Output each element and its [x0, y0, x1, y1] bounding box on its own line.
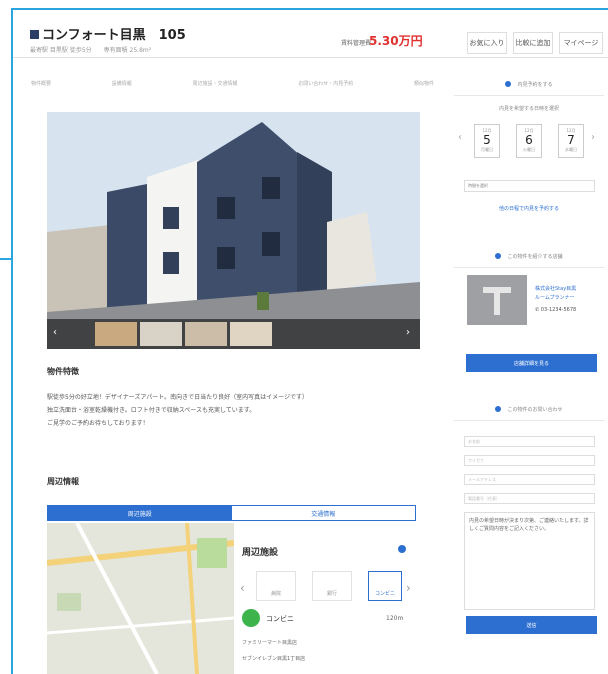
convenience-icon	[242, 609, 260, 627]
mypage-button[interactable]: マイページ	[559, 32, 603, 54]
chevron-right-icon[interactable]: ›	[591, 132, 595, 143]
tab-similar[interactable]: 類似物件	[414, 73, 434, 95]
shop-icon	[495, 253, 502, 259]
chevron-right-icon[interactable]: ›	[406, 581, 411, 595]
features-line: ご見学のご予約お待ちしております！	[47, 420, 149, 427]
thumbnail-strip: ‹ ›	[47, 319, 420, 349]
property-photo[interactable]: ‹ ›	[47, 112, 420, 349]
agent-name[interactable]: 株式会社Stay目黒	[535, 285, 576, 292]
features-line: 独立洗面台・浴室乾燥機付き。ロフト付きで収納スペースも充実しています。	[47, 407, 256, 414]
agent-logo	[467, 275, 527, 325]
time-select[interactable]: 時間を選択	[464, 180, 595, 192]
thumbnail[interactable]	[140, 322, 182, 346]
date-option[interactable]: 12月 5 月曜日	[474, 124, 500, 158]
chevron-left-icon[interactable]: ‹	[240, 581, 245, 595]
date-option[interactable]: 12月 6 火曜日	[516, 124, 542, 158]
thumbnail[interactable]	[185, 322, 227, 346]
phone-field[interactable]: 電話番号（任意）	[464, 493, 595, 504]
section-tabs: 物件概要 設備情報 周辺施設・交通情報 お問い合わせ・内見予約 類似物件	[31, 73, 434, 95]
chevron-left-icon[interactable]: ‹	[458, 132, 462, 143]
category-bank[interactable]: 銀行	[312, 571, 352, 601]
email-field[interactable]: メールアドレス	[464, 474, 595, 485]
message-textarea[interactable]: 内見の希望日時が決まり次第、ご連絡いたします。詳しくご質問内容をご記入ください。	[464, 512, 595, 610]
property-subtitle: 最寄駅 目黒駅 徒歩5分 専有面積 25.8m²	[30, 47, 152, 54]
mail-icon	[495, 406, 502, 412]
features-title: 物件特徴	[47, 367, 79, 376]
category-hospital[interactable]: 病院	[256, 571, 296, 601]
nearby-panel-title: 周辺施設	[242, 548, 279, 558]
nearby-item[interactable]: ファミリーマート目黒店	[242, 639, 297, 646]
tab-equipment[interactable]: 設備情報	[112, 73, 132, 95]
building-illustration	[47, 112, 420, 349]
tab-surroundings[interactable]: 周辺施設・交通情報	[192, 73, 237, 95]
property-title: コンフォート目黒 105	[30, 24, 186, 43]
nearby-panel: 周辺施設 ‹ 病院 銀行 コンビニ › コンビニ 120m ファミリーマート目黒…	[234, 523, 416, 674]
name-field[interactable]: お名前	[464, 436, 595, 447]
favorite-button[interactable]: お気に入り	[467, 32, 507, 54]
calendar-icon	[505, 81, 512, 87]
nearby-tabs: 周辺施設 交通情報	[47, 505, 416, 521]
features-line: 駅徒歩5分の好立地！デザイナーズアパート。南向きで日当たり良好（室内写真はイメー…	[47, 394, 309, 401]
thumbnail[interactable]	[230, 322, 272, 346]
schedule-subheader: 内見を希望する日時を選択	[498, 106, 559, 112]
agent-phone: ✆ 03-1234-5678	[535, 307, 577, 313]
date-option[interactable]: 12月 7 水曜日	[558, 124, 584, 158]
building-icon	[30, 30, 39, 39]
agent-card-header: この物件を紹介する店舗	[454, 245, 604, 268]
current-category: コンビニ	[266, 615, 294, 623]
nearby-item[interactable]: セブンイレブン目黒1丁目店	[242, 655, 305, 662]
agent-details-button[interactable]: 店舗詳細を見る	[466, 354, 597, 372]
prev-photo-icon[interactable]: ‹	[53, 327, 61, 341]
other-dates-link[interactable]: 他の日程で内見を予約する	[454, 205, 604, 212]
schedule-card-header: 内見予約をする	[454, 73, 604, 96]
callout-line	[0, 258, 13, 260]
compare-button[interactable]: 比較に追加	[513, 32, 553, 54]
price-label: 賃料管理費	[341, 40, 372, 47]
tab-overview[interactable]: 物件概要	[31, 73, 51, 95]
tab-transport[interactable]: 交通情報	[232, 506, 416, 520]
nearby-title: 周辺情報	[47, 477, 79, 486]
property-header: コンフォート目黒 105 最寄駅 目黒駅 徒歩5分 専有面積 25.8m² 賃料…	[13, 10, 608, 58]
agent-role: ルームプランナー	[535, 295, 575, 301]
tab-facilities[interactable]: 周辺施設	[48, 506, 232, 520]
category-convenience[interactable]: コンビニ	[368, 571, 402, 601]
price: 5.30万円	[369, 34, 423, 48]
next-photo-icon[interactable]: ›	[406, 327, 414, 341]
info-icon[interactable]	[398, 545, 406, 553]
thumbnail[interactable]	[95, 322, 137, 346]
inquiry-card-header: この物件のお問い合わせ	[454, 398, 604, 421]
map[interactable]	[47, 523, 234, 674]
submit-button[interactable]: 送信	[466, 616, 597, 634]
current-distance: 120m	[386, 615, 404, 622]
furigana-field[interactable]: フリガナ	[464, 455, 595, 466]
tab-inquiry[interactable]: お問い合わせ・内見予約	[298, 73, 353, 95]
